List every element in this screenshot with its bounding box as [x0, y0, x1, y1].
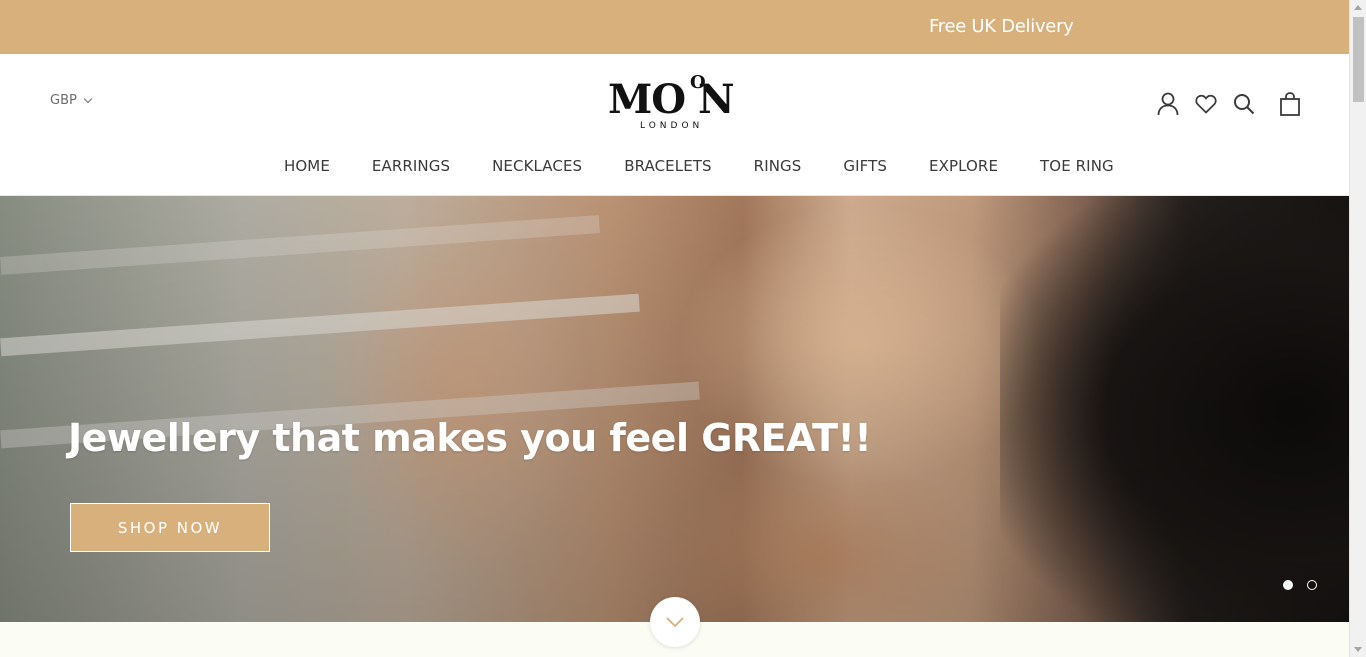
announcement-bar: Free UK Delivery [0, 0, 1349, 54]
chevron-down-icon [83, 94, 93, 103]
hero-slideshow: Jewellery that makes you feel GREAT!! SH… [0, 196, 1349, 622]
wishlist-heart-icon[interactable] [1193, 91, 1219, 117]
page: Free UK Delivery GBP MO N O LONDON HOME … [0, 0, 1349, 657]
scroll-down-arrow-icon[interactable] [1354, 647, 1362, 652]
nav-item-explore[interactable]: EXPLORE [929, 156, 998, 176]
site-header: GBP MO N O LONDON HOME EARRINGS NECKLACE… [0, 54, 1349, 196]
nav-item-necklaces[interactable]: NECKLACES [492, 156, 582, 176]
hero-overlay [0, 196, 1349, 622]
slide-dot-2[interactable] [1307, 580, 1317, 590]
scroll-down-button[interactable] [650, 597, 700, 647]
account-icon[interactable] [1155, 91, 1181, 117]
logo-superscript: O [690, 72, 706, 93]
nav-item-rings[interactable]: RINGS [754, 156, 802, 176]
nav-item-earrings[interactable]: EARRINGS [372, 156, 450, 176]
currency-selector[interactable]: GBP [50, 93, 93, 108]
search-icon[interactable] [1231, 91, 1257, 117]
shop-now-button[interactable]: SHOP NOW [70, 503, 270, 552]
chevron-down-icon [666, 617, 684, 628]
page-scrollbar[interactable] [1349, 0, 1366, 657]
scroll-up-arrow-icon[interactable] [1354, 5, 1362, 10]
logo-subtitle: LONDON [640, 121, 704, 131]
slideshow-pagination [1283, 580, 1317, 590]
nav-item-bracelets[interactable]: BRACELETS [624, 156, 711, 176]
nav-item-gifts[interactable]: GIFTS [843, 156, 887, 176]
scrollbar-thumb[interactable] [1353, 17, 1364, 102]
hero-title: Jewellery that makes you feel GREAT!! [68, 416, 872, 460]
logo-wordmark: MO N [608, 76, 735, 123]
nav-item-toe-ring[interactable]: TOE RING [1040, 156, 1114, 176]
header-actions [1155, 90, 1303, 118]
cart-bag-icon[interactable] [1277, 91, 1303, 117]
announcement-text: Free UK Delivery [929, 16, 1074, 37]
slide-dot-1[interactable] [1283, 580, 1293, 590]
nav-item-home[interactable]: HOME [284, 156, 330, 176]
main-navigation: HOME EARRINGS NECKLACES BRACELETS RINGS … [284, 155, 1114, 177]
site-logo[interactable]: MO N O LONDON [608, 72, 740, 136]
currency-label: GBP [50, 93, 77, 108]
